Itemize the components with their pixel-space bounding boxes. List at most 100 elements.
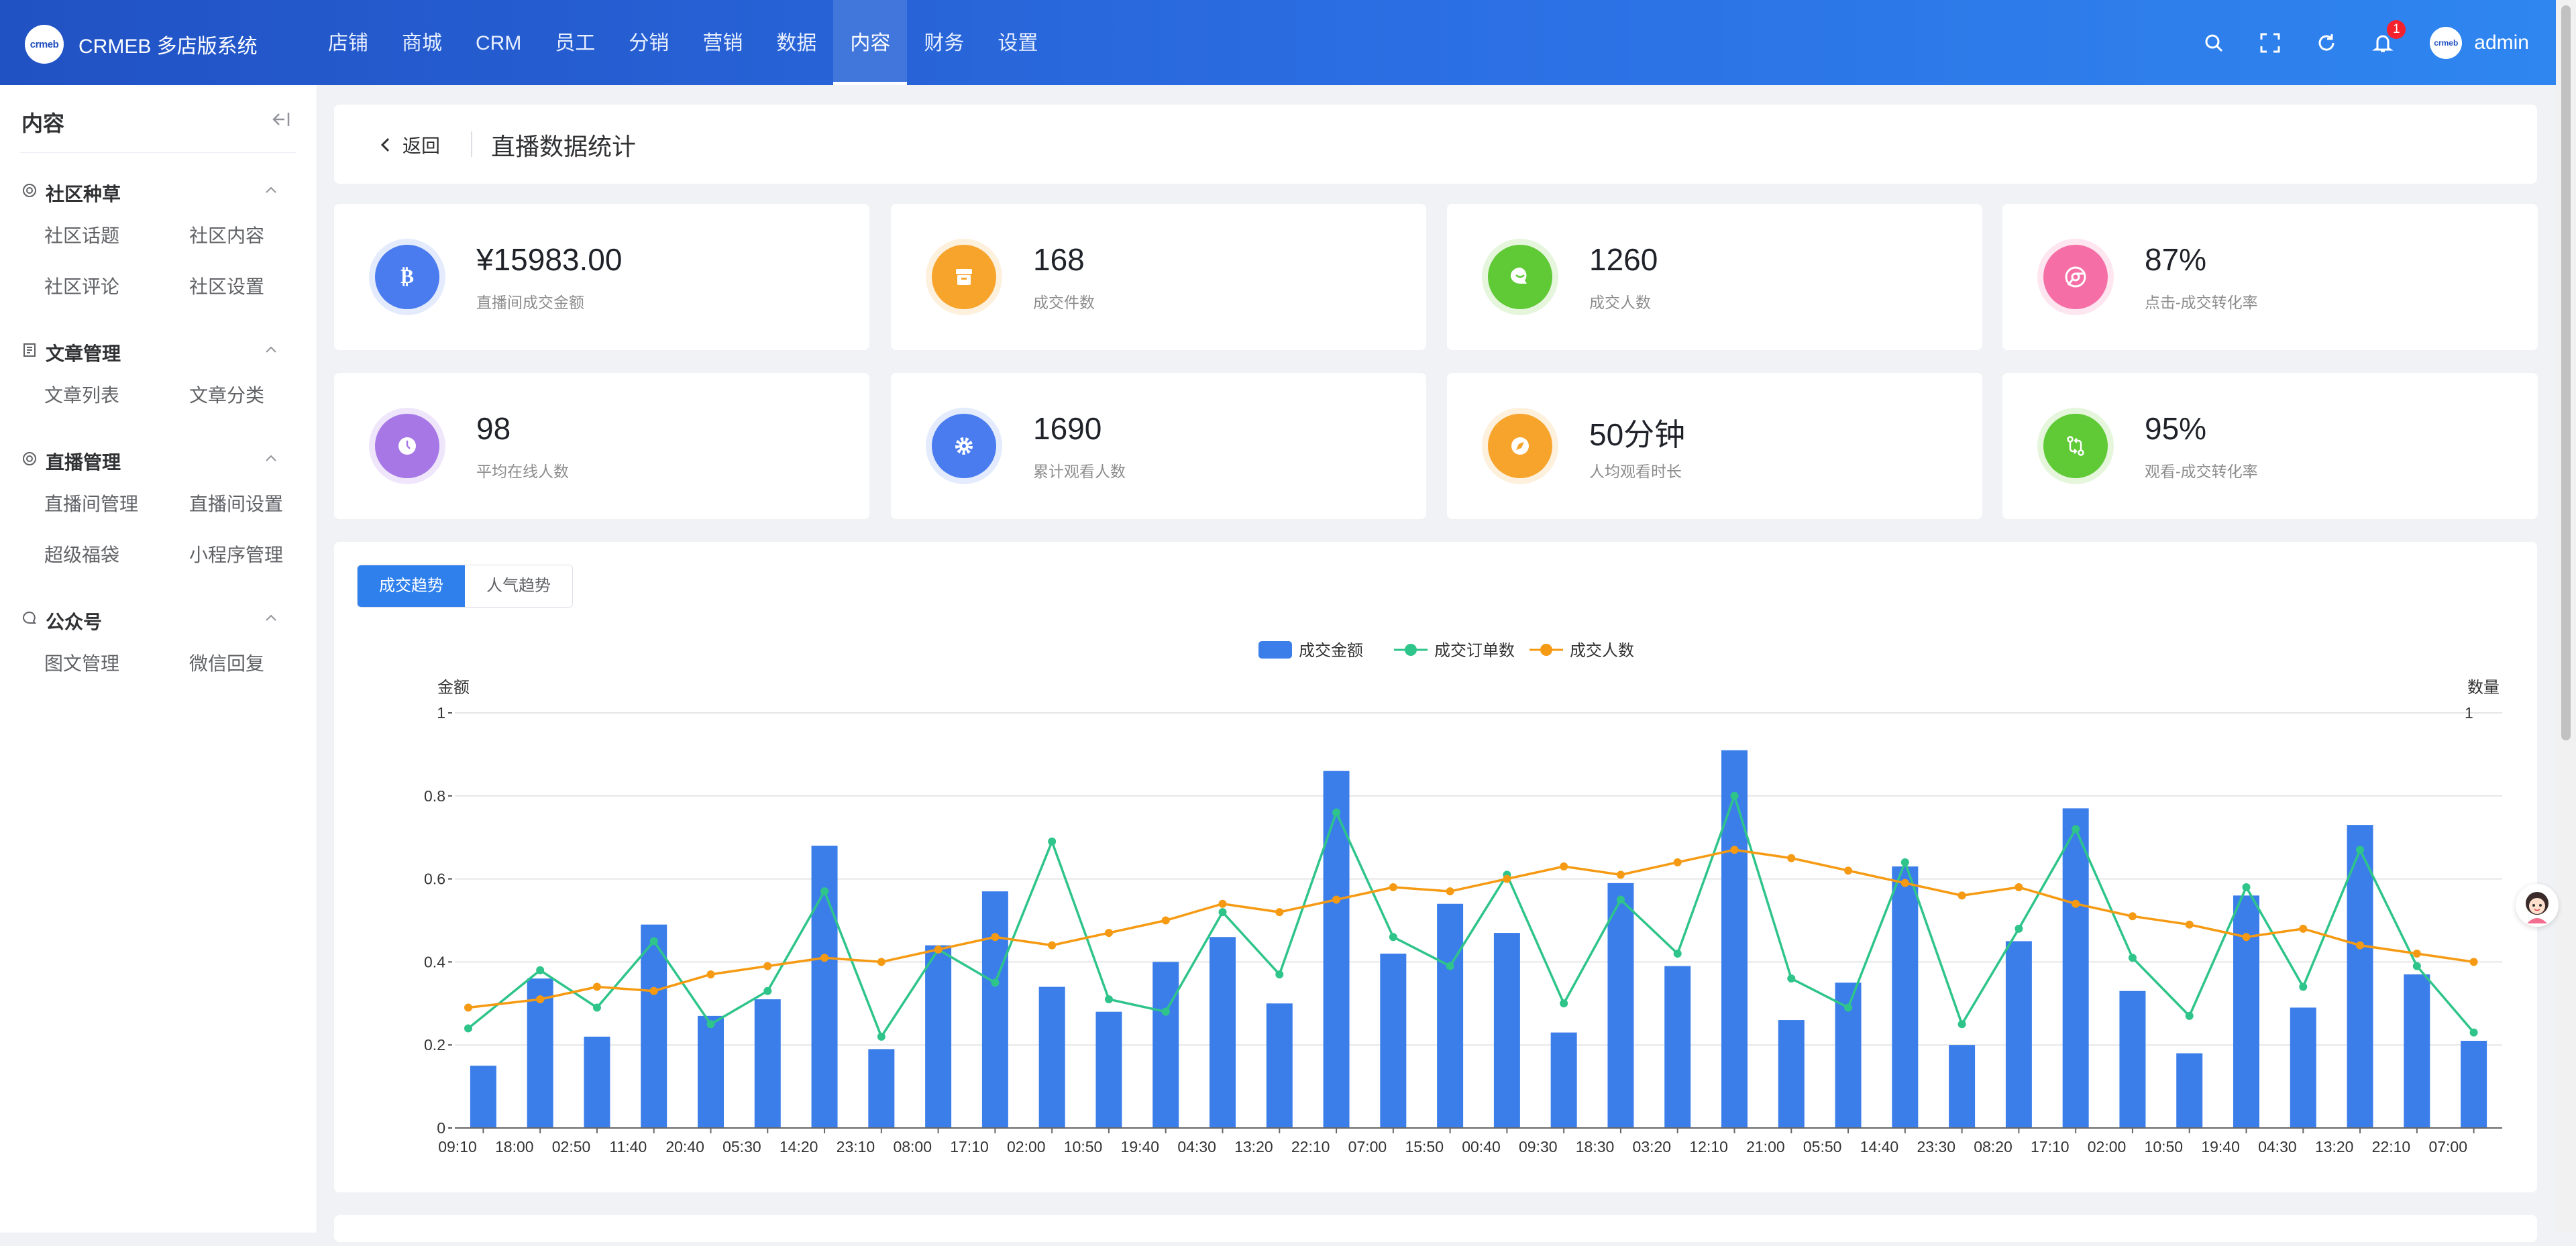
nav-item-3[interactable]: 员工: [538, 0, 612, 85]
x-tick-label: 23:10: [837, 1138, 875, 1155]
nav-item-2[interactable]: CRM: [459, 0, 538, 85]
tab-1[interactable]: 人气趋势: [465, 565, 572, 607]
fullscreen-icon[interactable]: [2257, 30, 2284, 56]
nav-item-5[interactable]: 营销: [686, 0, 759, 85]
sidebar-item[interactable]: 社区话题: [44, 211, 189, 262]
series-point: [536, 966, 545, 974]
refresh-icon[interactable]: [2313, 30, 2340, 56]
stat-icon-ring: [1482, 239, 1558, 315]
bar: [2176, 1053, 2203, 1128]
sidebar-submenu: 直播间管理 直播间设置 超级福袋 小程序管理: [44, 479, 317, 581]
x-tick-label: 04:30: [2258, 1138, 2297, 1155]
bar: [1664, 966, 1691, 1128]
chevron-up-icon[interactable]: [264, 613, 278, 626]
bar: [2119, 990, 2146, 1128]
x-tick-label: 07:00: [1348, 1138, 1387, 1155]
gear-icon: [932, 414, 996, 478]
series-point: [2185, 920, 2194, 929]
x-tick-label: 19:40: [2201, 1138, 2240, 1155]
stat-card: ₿ ¥15983.00 直播间成交金额: [334, 204, 869, 350]
stat-value: 1690: [1033, 411, 1102, 446]
sidebar-item[interactable]: 社区内容: [189, 211, 334, 262]
sidebar-item[interactable]: 微信回复: [189, 638, 334, 689]
series-point: [649, 986, 658, 995]
x-tick-label: 08:00: [893, 1138, 932, 1155]
series-point: [464, 1003, 472, 1012]
x-tick-label: 05:50: [1803, 1138, 1842, 1155]
chevron-up-icon[interactable]: [264, 453, 278, 466]
sidebar-item[interactable]: 文章分类: [189, 370, 334, 421]
stat-icon-ring: [926, 239, 1002, 315]
scrollbar-thumb[interactable]: [2561, 5, 2571, 740]
bar: [1380, 954, 1407, 1128]
customer-service-avatar[interactable]: [2516, 884, 2559, 927]
target-icon: [21, 451, 38, 470]
nav-item-1[interactable]: 商城: [385, 0, 459, 85]
user-name[interactable]: admin: [2474, 32, 2529, 54]
nav-item-4[interactable]: 分销: [612, 0, 686, 85]
bar: [1323, 771, 1350, 1128]
series-point: [1218, 899, 1227, 908]
series-point: [1730, 791, 1739, 800]
y-axis-left-label: 金额: [437, 679, 470, 697]
sidebar-item[interactable]: 超级福袋: [44, 530, 189, 581]
collapse-sidebar-icon[interactable]: [271, 111, 291, 131]
sidebar-group-header[interactable]: 直播管理: [20, 439, 297, 479]
legend-label: 成交金额: [1299, 642, 1363, 660]
stat-value: 168: [1033, 242, 1085, 277]
legend-label: 成交人数: [1570, 642, 1634, 660]
x-tick-label: 13:20: [2315, 1138, 2354, 1155]
sidebar-item[interactable]: 社区设置: [189, 262, 334, 313]
series-point: [1446, 887, 1454, 896]
sidebar-item[interactable]: 图文管理: [44, 638, 189, 689]
avatar[interactable]: crmeb: [2430, 26, 2463, 59]
series-point: [1275, 970, 1284, 978]
sidebar-group-3: 公众号 图文管理 微信回复: [0, 598, 317, 689]
sidebar-item[interactable]: 直播间设置: [189, 479, 334, 530]
sidebar-item[interactable]: 小程序管理: [189, 530, 334, 581]
series-point: [1957, 1020, 1966, 1029]
series-point: [706, 1020, 715, 1029]
chevron-up-icon[interactable]: [264, 345, 278, 357]
bar: [2233, 895, 2259, 1128]
sidebar-group-header[interactable]: 公众号: [20, 598, 297, 638]
series-point: [464, 1024, 472, 1033]
chat-icon: [21, 610, 38, 630]
series-point: [1161, 916, 1170, 925]
nav-item-0[interactable]: 店铺: [311, 0, 385, 85]
x-tick-label: 18:30: [1576, 1138, 1615, 1155]
nav-item-6[interactable]: 数据: [759, 0, 833, 85]
nav-item-9[interactable]: 设置: [981, 0, 1055, 85]
logo[interactable]: crmeb: [25, 25, 64, 64]
series-point: [1673, 858, 1682, 866]
nav-item-7[interactable]: 内容: [833, 0, 908, 85]
sidebar-group-header[interactable]: 社区种草: [20, 170, 297, 211]
bar: [1266, 1003, 1293, 1128]
chevron-up-icon[interactable]: [264, 185, 278, 198]
sidebar-item[interactable]: 文章列表: [44, 370, 189, 421]
legend-swatch-dot: [1405, 644, 1417, 656]
series-point: [2015, 924, 2023, 933]
bar: [1210, 937, 1236, 1128]
stat-value: 87%: [2145, 242, 2207, 277]
sidebar-item[interactable]: 社区评论: [44, 262, 189, 313]
bar: [2005, 941, 2032, 1128]
sidebar-group-header[interactable]: 文章管理: [20, 330, 297, 370]
series-point: [1048, 941, 1057, 950]
nav-item-8[interactable]: 财务: [907, 0, 981, 85]
git-compare-icon: [2043, 414, 2108, 478]
sidebar-item[interactable]: 直播间管理: [44, 479, 189, 530]
top-navigation-bar: crmeb CRMEB 多店版系统 店铺 商城 CRM 员工 分销 营销 数据 内容 财务 设置 …: [0, 0, 2556, 85]
stat-card: 98 平均在线人数: [334, 373, 869, 519]
series-point: [1673, 950, 1682, 958]
page-scrollbar[interactable]: [2556, 0, 2576, 1233]
search-icon[interactable]: [2200, 30, 2227, 56]
x-tick-label: 04:30: [1177, 1138, 1216, 1155]
sidebar-group-0: 社区种草 社区话题 社区内容 社区评论 社区设置: [0, 170, 317, 313]
series-point: [1787, 854, 1796, 862]
back-button[interactable]: 返回: [378, 131, 440, 158]
sidebar-group-title: 社区种草: [46, 184, 121, 205]
series-point: [1900, 879, 1909, 887]
notification-bell-icon[interactable]: 1: [2369, 19, 2406, 56]
tab-0[interactable]: 成交趋势: [358, 565, 465, 607]
